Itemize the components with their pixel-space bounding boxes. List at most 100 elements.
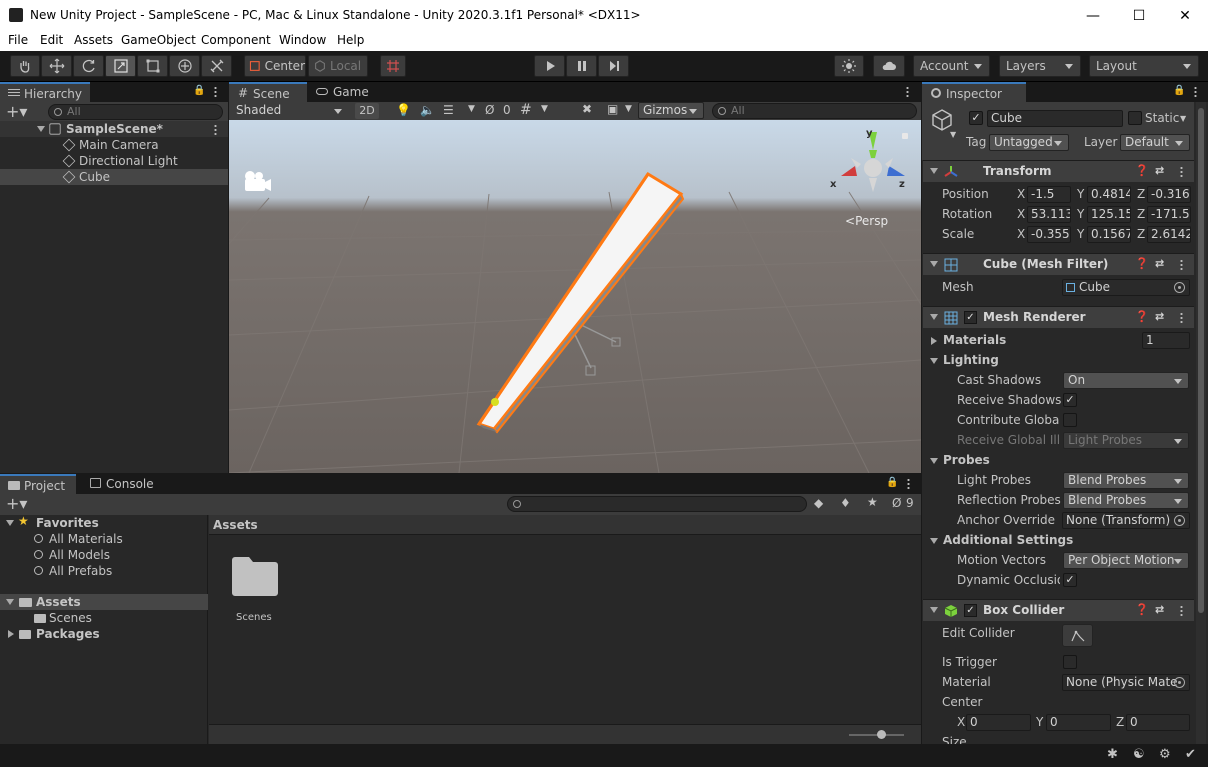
- favorite-icon[interactable]: ★: [867, 495, 878, 509]
- menu-edit[interactable]: Edit: [40, 33, 63, 47]
- icon-size-slider-thumb[interactable]: [877, 730, 886, 739]
- physic-material-field[interactable]: None (Physic Mate: [1062, 674, 1190, 691]
- component-menu-icon[interactable]: [1180, 605, 1183, 616]
- step-button[interactable]: [598, 55, 629, 77]
- tab-project[interactable]: Project: [0, 474, 76, 494]
- static-checkbox[interactable]: [1128, 111, 1142, 125]
- position-z-field[interactable]: -0.316: [1147, 186, 1191, 203]
- rotation-z-field[interactable]: -171.5: [1147, 206, 1191, 223]
- box-collider-collapse-icon[interactable]: [930, 607, 938, 613]
- packages-expand-icon[interactable]: [8, 630, 14, 638]
- scale-x-field[interactable]: -0.355: [1027, 226, 1071, 243]
- rotation-y-field[interactable]: 125.15: [1087, 206, 1131, 223]
- scene-viewport[interactable]: y x z <Persp: [229, 120, 921, 473]
- transform-tool-button[interactable]: [169, 55, 200, 77]
- reflection-probes-dropdown[interactable]: Blend Probes: [1063, 492, 1189, 509]
- favorite-item[interactable]: All Models: [0, 547, 208, 563]
- mesh-field[interactable]: Cube: [1062, 279, 1190, 296]
- 2d-toggle[interactable]: 2D: [355, 103, 379, 119]
- assets-row[interactable]: Assets: [0, 594, 208, 610]
- object-picker-icon[interactable]: [1174, 677, 1185, 688]
- search-by-type-icon[interactable]: ◆: [814, 496, 823, 510]
- mesh-renderer-header[interactable]: ✓ Mesh Renderer ❓ ⇄: [923, 306, 1194, 328]
- lighting-expand-icon[interactable]: [930, 358, 938, 364]
- lock-icon[interactable]: 🔒: [886, 477, 898, 488]
- help-icon[interactable]: ❓: [1135, 257, 1149, 270]
- tab-hierarchy[interactable]: Hierarchy: [0, 82, 91, 102]
- physics-icon[interactable]: ☯: [1133, 747, 1145, 762]
- tab-inspector[interactable]: Inspector: [922, 82, 1026, 102]
- tab-console[interactable]: Console: [82, 474, 162, 494]
- layout-dropdown[interactable]: Layout: [1089, 55, 1199, 77]
- active-checkbox[interactable]: ✓: [969, 111, 983, 125]
- static-dropdown-icon[interactable]: ▼: [1180, 114, 1186, 123]
- rotate-tool-button[interactable]: [73, 55, 104, 77]
- favorite-item[interactable]: All Materials: [0, 531, 208, 547]
- packages-row[interactable]: Packages: [0, 626, 208, 642]
- is-trigger-checkbox[interactable]: [1063, 655, 1077, 669]
- scale-tool-button[interactable]: [105, 55, 136, 77]
- mesh-renderer-enabled-checkbox[interactable]: ✓: [964, 311, 977, 324]
- help-icon[interactable]: ❓: [1135, 603, 1149, 616]
- hidden-objects-icon[interactable]: Ø: [485, 103, 494, 117]
- favorites-row[interactable]: ★ Favorites: [0, 514, 208, 531]
- edit-collider-button[interactable]: [1062, 624, 1093, 647]
- play-button[interactable]: [534, 55, 565, 77]
- menu-assets[interactable]: Assets: [74, 33, 113, 47]
- presets-icon[interactable]: ⇄: [1155, 257, 1164, 270]
- center-y-field[interactable]: 0: [1046, 714, 1111, 731]
- center-x-field[interactable]: 0: [966, 714, 1031, 731]
- favorite-item[interactable]: All Prefabs: [0, 563, 208, 579]
- center-z-field[interactable]: 0: [1126, 714, 1190, 731]
- gizmos-dropdown[interactable]: Gizmos: [638, 102, 704, 119]
- search-by-label-icon[interactable]: ♦: [840, 496, 851, 510]
- tag-dropdown[interactable]: Untagged: [989, 134, 1069, 151]
- mesh-filter-collapse-icon[interactable]: [930, 261, 938, 267]
- box-collider-header[interactable]: ✓ Box Collider ❓ ⇄: [923, 599, 1194, 621]
- project-menu-icon[interactable]: [907, 478, 910, 489]
- shading-mode-dropdown[interactable]: Shaded: [231, 102, 349, 119]
- hierarchy-item-selected[interactable]: Cube: [0, 169, 228, 185]
- cloud-button[interactable]: [873, 55, 905, 77]
- scale-z-field[interactable]: 2.6142: [1147, 226, 1191, 243]
- breadcrumb[interactable]: Assets: [213, 518, 258, 532]
- motion-vectors-dropdown[interactable]: Per Object Motion: [1063, 552, 1189, 569]
- pivot-local-button[interactable]: Local: [308, 55, 368, 77]
- hierarchy-menu-icon[interactable]: [214, 86, 217, 97]
- icon-dropdown-icon[interactable]: ▼: [950, 130, 956, 139]
- component-menu-icon[interactable]: [1180, 166, 1183, 177]
- lock-icon[interactable]: 🔒: [193, 85, 205, 96]
- cast-shadows-dropdown[interactable]: On: [1063, 372, 1189, 389]
- inspector-menu-icon[interactable]: [1194, 86, 1197, 97]
- help-icon[interactable]: ❓: [1135, 164, 1149, 177]
- inspector-scrollbar[interactable]: [1196, 102, 1206, 744]
- lighting-toggle-icon[interactable]: 💡: [396, 103, 411, 117]
- hidden-packages-icon[interactable]: Ø: [892, 496, 901, 510]
- assets-expand-icon[interactable]: [6, 599, 14, 605]
- effects-dropdown-icon[interactable]: ▼: [468, 104, 475, 114]
- camera-dropdown-icon[interactable]: ▼: [625, 104, 632, 114]
- create-button[interactable]: +▾: [6, 102, 27, 121]
- tools-overlay-icon[interactable]: ✖: [582, 102, 592, 116]
- lock-icon[interactable]: 🔒: [1173, 85, 1185, 96]
- probes-expand-icon[interactable]: [930, 458, 938, 464]
- scene-row[interactable]: SampleScene*: [0, 121, 228, 137]
- dynamic-occlusion-checkbox[interactable]: ✓: [1063, 573, 1077, 587]
- layer-dropdown[interactable]: Default: [1120, 134, 1190, 151]
- position-y-field[interactable]: 0.4814: [1087, 186, 1131, 203]
- close-button[interactable]: ✕: [1162, 0, 1208, 31]
- inspector-scrollbar-thumb[interactable]: [1198, 108, 1204, 613]
- light-probes-dropdown[interactable]: Blend Probes: [1063, 472, 1189, 489]
- custom-tool-button[interactable]: [201, 55, 232, 77]
- component-menu-icon[interactable]: [1180, 312, 1183, 323]
- presets-icon[interactable]: ⇄: [1155, 310, 1164, 323]
- menu-gameobject[interactable]: GameObject: [121, 33, 196, 47]
- move-tool-button[interactable]: [41, 55, 72, 77]
- scene-search-input[interactable]: All: [712, 103, 917, 119]
- receive-shadows-checkbox[interactable]: ✓: [1063, 393, 1077, 407]
- projection-toggle[interactable]: <Persp: [845, 214, 888, 228]
- scene-expand-icon[interactable]: [37, 126, 45, 132]
- maximize-button[interactable]: ☐: [1116, 0, 1162, 31]
- rect-tool-button[interactable]: [137, 55, 168, 77]
- help-icon[interactable]: ❓: [1135, 310, 1149, 323]
